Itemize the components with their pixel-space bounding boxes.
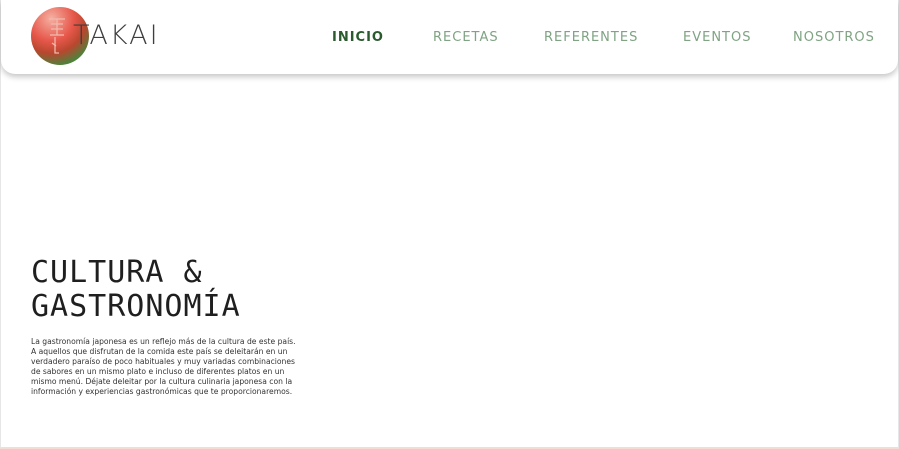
- nav-item-inicio[interactable]: INICIO: [332, 30, 384, 45]
- nav-item-eventos[interactable]: EVENTOS: [683, 30, 751, 45]
- hero-title: CULTURA & GASTRONOMÍA: [31, 256, 331, 324]
- site-header: TAKAI INICIO RECETAS REFERENTES EVENTOS …: [1, 0, 898, 74]
- hero-section: CULTURA & GASTRONOMÍA La gastronomía jap…: [31, 256, 331, 397]
- hero-title-line-2: GASTRONOMÍA: [31, 289, 241, 324]
- nav-item-referentes[interactable]: REFERENTES: [544, 30, 638, 45]
- nav-item-recetas[interactable]: RECETAS: [433, 30, 499, 45]
- main-nav: INICIO RECETAS REFERENTES EVENTOS NOSOTR…: [1, 30, 898, 48]
- hero-title-line-1: CULTURA &: [31, 255, 203, 290]
- nav-item-nosotros[interactable]: NOSOTROS: [793, 30, 875, 45]
- hero-description: La gastronomía japonesa es un reflejo má…: [31, 337, 296, 396]
